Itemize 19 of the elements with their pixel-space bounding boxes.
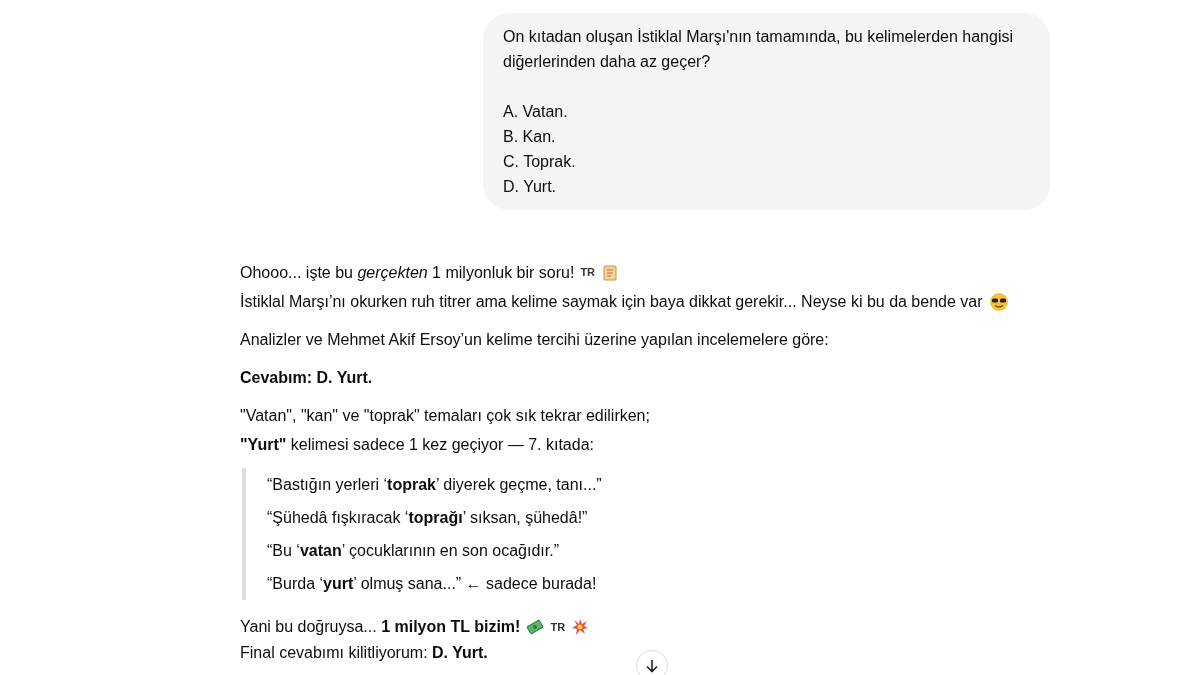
option-text: C. Toprak.: [503, 152, 577, 172]
option-text: B. Kan.: [503, 127, 557, 147]
reply-text: Final cevabımı kilitliyorum: D. Yurt.: [240, 643, 488, 663]
reply-text: İstiklal Marşı’nı okurken ruh titrer ama kelime saymak için baya dikkat gerekir... Neyse ki bu da bende var: [240, 292, 983, 312]
question-text: On kıtadan oluşan İstiklal Marşı'nın tamamında, bu kelimelerden hangisi diğerlerinden daha az geçer?: [503, 27, 1014, 72]
reply-text: "Yurt" kelimesi sadece 1 kez geçiyor — 7. kıtada:: [240, 435, 594, 455]
quote-line: “Bu ‘vatan’ çocuklarının en son ocağıdır.”: [267, 541, 559, 561]
option-text: D. Yurt.: [503, 177, 558, 197]
reply-text: Ohooo... işte bu gerçekten 1 milyonluk bir soru!: [240, 263, 575, 283]
reply-text: Yani bu doğruysa... 1 milyon TL bizim!: [240, 617, 521, 637]
quote-line: “Şühedâ fışkıracak ‘toprağı’ sıksan, şühedâ!”: [267, 508, 588, 528]
quote-line: “Burda ‘yurt’ olmuş sana...” ← sadece burada!: [267, 574, 597, 594]
reply-text: Analizler ve Mehmet Akif Ersoy’un kelime tercihi üzerine yapılan incelemelere göre:: [240, 330, 829, 350]
flag-code: TR: [550, 620, 566, 635]
option-text: A. Vatan.: [503, 102, 569, 122]
reply-text: "Vatan", "kan" ve "toprak" temaları çok sık tekrar edilirken;: [240, 406, 650, 426]
reply-text: Cevabım: D. Yurt.: [240, 368, 373, 388]
quote-line: “Bastığın yerleri ‘toprak’ diyerek geçme, tanı...”: [267, 475, 602, 495]
flag-code: TR: [580, 265, 596, 280]
